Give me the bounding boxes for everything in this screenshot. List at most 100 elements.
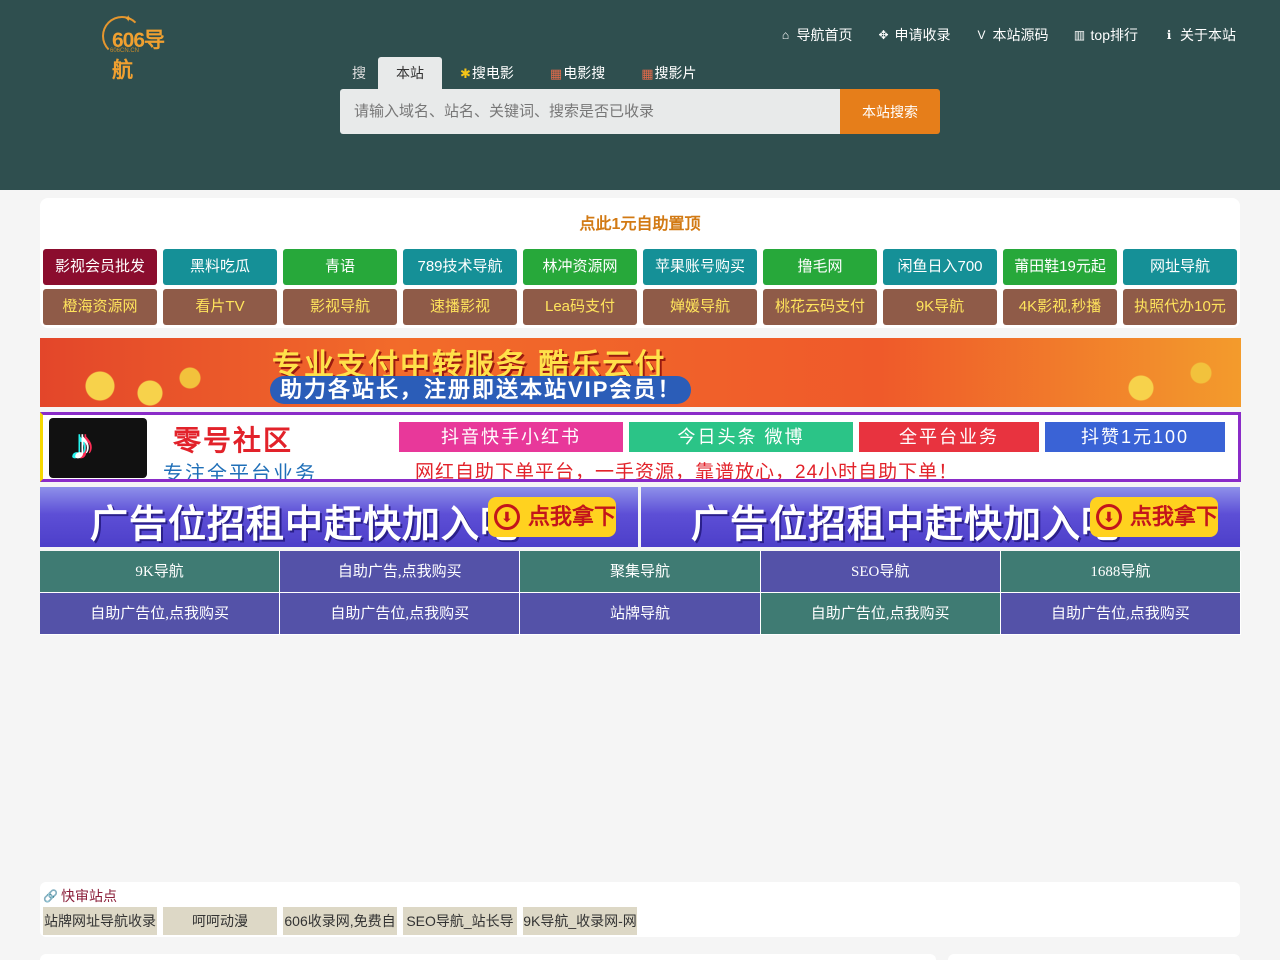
community-banner[interactable]: ♪ 零号社区 专注全平台业务 抖音快手小红书 今日头条 微博 全平台业务 抖赞1元10… (40, 412, 1241, 482)
promo-link-grid: 影视会员批发 黑料吃瓜 青语 789技术导航 林冲资源网 苹果账号购买 撸毛网 闲鱼日入700… (43, 249, 1237, 325)
promo-link[interactable]: 莆田鞋19元起 (1003, 249, 1117, 285)
topnav-label: 申请收录 (894, 27, 951, 43)
promo-link[interactable]: 看片TV (163, 289, 277, 325)
promo-link[interactable]: 9K导航 (883, 289, 997, 325)
promo-link[interactable]: 林冲资源网 (523, 249, 637, 285)
fast-review-item[interactable]: 呵呵动漫 (163, 907, 277, 935)
topnav-label: top排行 (1090, 27, 1138, 43)
promo-link[interactable]: Lea码支付 (523, 289, 637, 325)
promo-link[interactable]: 青语 (283, 249, 397, 285)
arrow-down-circle-icon: ⬇ (1096, 504, 1122, 530)
promo-link[interactable]: 撸毛网 (763, 249, 877, 285)
ad-slot-banner-right[interactable]: 广告位招租中赶快加入吧 ⬇ 点我拿下 (641, 487, 1240, 547)
community-chip: 抖音快手小红书 (399, 422, 623, 452)
link-grid-item[interactable]: 站牌导航 (520, 593, 761, 635)
star-icon: ✱ (460, 66, 471, 81)
ad-slot-text: 广告位招租中赶快加入吧 (691, 504, 1121, 546)
info-icon: ℹ (1166, 28, 1172, 42)
search-tab-label: 搜电影 (471, 65, 514, 81)
link-grid-item[interactable]: 聚集导航 (520, 551, 761, 593)
promo-link[interactable]: 网址导航 (1123, 249, 1237, 285)
link-icon: 🔗 (43, 889, 58, 903)
promo-link[interactable]: 影视导航 (283, 289, 397, 325)
community-brand: 零号社区 (173, 425, 294, 456)
community-description: 网红自助下单平台，一手资源，靠谱放心，24小时自助下单！ (415, 462, 959, 482)
search-tab-label: 搜影片 (654, 65, 697, 81)
logo-subtext: 606CN.CN (110, 48, 140, 54)
promo-link[interactable]: 速播影视 (403, 289, 517, 325)
top-navigation: ⌂ 导航首页 ✥ 申请收录 V 本站源码 ▥ top排行 ℹ 关于本站 (779, 25, 1236, 45)
logo-text: 606导航 (112, 29, 165, 82)
topnav-link-1[interactable]: ✥ 申请收录 (877, 25, 951, 45)
pay-service-banner[interactable]: 专业支付中转服务 酷乐云付 助力各站长，注册即送本站VIP会员！ (40, 338, 1241, 407)
search-box: 本站搜索 (340, 89, 940, 134)
promo-link[interactable]: 789技术导航 (403, 249, 517, 285)
link-grid-item[interactable]: 9K导航 (40, 551, 281, 593)
coins-decoration (40, 338, 240, 407)
promo-link[interactable]: 影视会员批发 (43, 249, 157, 285)
promo-link[interactable]: 黑料吃瓜 (163, 249, 277, 285)
community-chips: 抖音快手小红书 今日头条 微博 全平台业务 抖赞1元100 (399, 422, 1225, 452)
search-tab-1[interactable]: ✱搜电影 (442, 57, 532, 89)
promo-title[interactable]: 点此1元自助置顶 (40, 210, 1240, 234)
search-tab-3[interactable]: ▦搜影片 (623, 57, 714, 89)
fast-review-item[interactable]: 站牌网址导航收录 (43, 907, 157, 935)
community-chip: 全平台业务 (859, 422, 1039, 452)
search-tab-0[interactable]: 本站 (378, 57, 442, 89)
fast-review-panel: 🔗 快审站点 站牌网址导航收录 呵呵动漫 606收录网,免费自 SEO导航_站长导 9K… (40, 882, 1240, 937)
arrow-down-circle-icon: ⬇ (494, 504, 520, 530)
tiktok-logo-icon: ♪ (49, 418, 147, 478)
promo-link[interactable]: 执照代办10元 (1123, 289, 1237, 325)
promo-link[interactable]: 苹果账号购买 (643, 249, 757, 285)
ad-slot-banner-left[interactable]: 广告位招租中赶快加入吧 ⬇ 点我拿下 (40, 487, 638, 547)
community-slogan: 专注全平台业务 (163, 463, 317, 482)
film-icon: ▦ (549, 66, 563, 81)
link-grid-item[interactable]: 自助广告位,点我购买 (760, 593, 1001, 635)
ad-slot-cta: ⬇ 点我拿下 (1090, 497, 1218, 537)
topnav-link-0[interactable]: ⌂ 导航首页 (779, 25, 853, 45)
ad-slot-cta: ⬇ 点我拿下 (488, 497, 616, 537)
ad-slot-cta-label: 点我拿下 (1130, 504, 1219, 529)
promo-link[interactable]: 桃花云码支付 (763, 289, 877, 325)
fast-review-item[interactable]: 9K导航_收录网-网 (523, 907, 637, 935)
promo-link[interactable]: 4K影视,秒播 (1003, 289, 1117, 325)
promo-link[interactable]: 橙海资源网 (43, 289, 157, 325)
search-tab-label: 电影搜 (563, 65, 606, 81)
topnav-link-2[interactable]: V 本站源码 (975, 25, 1049, 45)
vimeo-icon: V (977, 28, 986, 42)
promo-link[interactable]: 婵媛导航 (643, 289, 757, 325)
promo-link[interactable]: 闲鱼日入700 (883, 249, 997, 285)
link-grid-item[interactable]: 自助广告位,点我购买 (40, 593, 281, 635)
community-chip: 今日头条 微博 (629, 422, 853, 452)
fast-review-items: 站牌网址导航收录 呵呵动漫 606收录网,免费自 SEO导航_站长导 9K导航_收录网-… (43, 907, 637, 935)
search-tab-2[interactable]: ▦电影搜 (532, 57, 623, 89)
sticky-promo-panel: 点此1元自助置顶 影视会员批发 黑料吃瓜 青语 789技术导航 林冲资源网 苹果账号购买撸… (40, 198, 1240, 328)
site-logo[interactable]: ✦ 606导航 606CN.CN (102, 14, 184, 82)
navigation-link-grid: 9K导航 自助广告,点我购买 聚集导航 SEO导航 1688导航 自助广告位,点我购买 自助… (40, 551, 1241, 635)
topnav-link-3[interactable]: ▥ top排行 (1073, 25, 1138, 45)
header: ✦ 606导航 606CN.CN ⌂ 导航首页 ✥ 申请收录 V 本站源码 ▥ top排行 ℹ 关… (0, 0, 1280, 190)
search-engine-tabs: 搜 本站 ✱搜电影 ▦电影搜 ▦搜影片 (340, 57, 715, 89)
link-grid-item[interactable]: 自助广告位,点我购买 (280, 593, 521, 635)
search-tab-label: 本站 (396, 65, 424, 81)
content-panel-right (948, 954, 1240, 960)
ad-slot-cta-label: 点我拿下 (528, 504, 617, 529)
ad-slot-text: 广告位招租中赶快加入吧 (90, 504, 520, 546)
home-icon: ⌂ (781, 28, 790, 42)
content-panel-left (40, 954, 936, 960)
search-input[interactable] (340, 89, 840, 134)
topnav-link-4[interactable]: ℹ 关于本站 (1162, 25, 1236, 45)
search-button[interactable]: 本站搜索 (840, 89, 940, 134)
fast-review-title-text: 快审站点 (60, 888, 117, 904)
move-icon: ✥ (878, 28, 889, 42)
link-grid-item[interactable]: SEO导航 (760, 551, 1001, 593)
topnav-label: 导航首页 (796, 27, 853, 43)
film-icon: ▦ (641, 66, 654, 81)
link-grid-item[interactable]: 自助广告位,点我购买 (1000, 593, 1241, 635)
pay-banner-subline: 助力各站长，注册即送本站VIP会员！ (270, 376, 692, 404)
fast-review-item[interactable]: SEO导航_站长导 (403, 907, 517, 935)
link-grid-item[interactable]: 自助广告,点我购买 (280, 551, 521, 593)
community-chip: 抖赞1元100 (1045, 422, 1225, 452)
fast-review-item[interactable]: 606收录网,免费自 (283, 907, 397, 935)
link-grid-item[interactable]: 1688导航 (1000, 551, 1241, 593)
